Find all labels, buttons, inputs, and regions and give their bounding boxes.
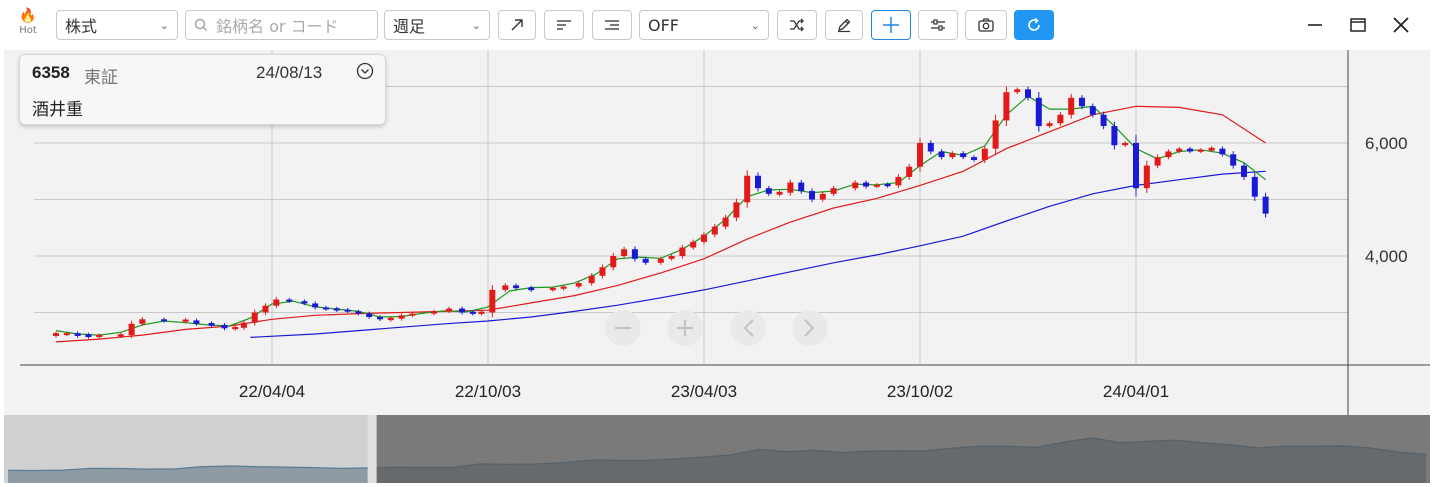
refresh-button[interactable] <box>1014 10 1054 40</box>
shuffle-icon <box>790 18 804 32</box>
search-placeholder: 銘柄名 or コード <box>216 17 339 36</box>
x-tick-label: 22/04/04 <box>239 382 305 401</box>
minimize-icon <box>1308 24 1322 26</box>
screenshot-button[interactable] <box>965 10 1007 40</box>
search-icon <box>194 18 207 31</box>
align-right-icon <box>605 20 619 30</box>
x-tick-label: 24/04/01 <box>1103 382 1169 401</box>
crosshair-button[interactable] <box>871 10 911 40</box>
refresh-icon <box>1028 17 1040 31</box>
shuffle-button[interactable] <box>777 10 817 40</box>
symbol-info-card: 6358 東証 24/08/13 酒井重 <box>19 54 386 125</box>
market-label: 東証 <box>84 68 118 88</box>
candle <box>489 285 496 318</box>
company-name: 酒井重 <box>32 100 83 120</box>
chevron-down-icon: ⌄ <box>159 18 169 32</box>
arrow-up-right-icon <box>511 19 523 31</box>
crosshair-icon <box>883 17 899 33</box>
candle <box>1003 86 1010 127</box>
x-tick-label: 22/10/03 <box>455 382 521 401</box>
indicator-value: OFF <box>648 15 679 35</box>
x-tick-label: 23/10/02 <box>887 382 953 401</box>
close-icon <box>1393 17 1409 33</box>
indicator-select[interactable]: OFF ⌄ <box>639 10 769 40</box>
candle <box>1143 160 1150 194</box>
x-tick-label: 23/04/03 <box>671 382 737 401</box>
symbol-code: 6358 <box>32 63 70 82</box>
candle <box>744 170 751 208</box>
pencil-icon <box>838 18 851 33</box>
candle <box>1133 134 1139 197</box>
toolbar: 🔥 Hot 株式 ⌄ 銘柄名 or コード 週足 ⌄ OFF ⌄ <box>0 0 1434 50</box>
range-navigator[interactable] <box>4 415 1430 483</box>
scroll-right-button[interactable] <box>792 310 828 346</box>
date-label: 24/08/13 <box>256 63 323 82</box>
asset-type-select[interactable]: 株式 ⌄ <box>56 10 178 40</box>
chevron-down-icon: ⌄ <box>471 18 481 32</box>
search-input[interactable]: 銘柄名 or コード <box>185 10 378 40</box>
camera-icon <box>978 18 994 32</box>
candle <box>1035 92 1042 132</box>
align-right-button[interactable] <box>592 10 632 40</box>
maximize-button[interactable] <box>1345 12 1371 38</box>
range-window[interactable] <box>375 415 1430 483</box>
candle <box>917 138 923 172</box>
flame-icon: 🔥 <box>19 8 37 24</box>
range-handle-left[interactable] <box>367 415 377 483</box>
zoom-out-button[interactable] <box>605 310 641 346</box>
period-value: 週足 <box>393 17 426 36</box>
expand-button[interactable] <box>356 62 374 84</box>
settings-button[interactable] <box>918 10 958 40</box>
sliders-icon <box>931 19 945 31</box>
hot-button[interactable]: 🔥 Hot <box>10 8 46 44</box>
y-tick-label: 6,000 <box>1365 134 1408 153</box>
align-left-button[interactable] <box>544 10 584 40</box>
chevron-down-icon: ⌄ <box>750 18 760 32</box>
draw-button[interactable] <box>825 10 863 40</box>
align-left-icon <box>557 20 571 30</box>
minimize-button[interactable] <box>1302 12 1328 38</box>
period-select[interactable]: 週足 ⌄ <box>384 10 490 40</box>
range-navigator-chart[interactable] <box>4 415 1430 483</box>
y-tick-label: 4,000 <box>1365 247 1408 266</box>
hot-label: Hot <box>19 25 37 36</box>
asset-type-value: 株式 <box>65 17 98 36</box>
scroll-left-button[interactable] <box>730 310 766 346</box>
candle <box>992 114 999 155</box>
trendline-button[interactable] <box>498 10 536 40</box>
close-button[interactable] <box>1388 12 1414 38</box>
maximize-icon <box>1350 18 1366 32</box>
chevron-down-circle-icon <box>356 62 374 80</box>
zoom-in-button[interactable] <box>667 310 703 346</box>
